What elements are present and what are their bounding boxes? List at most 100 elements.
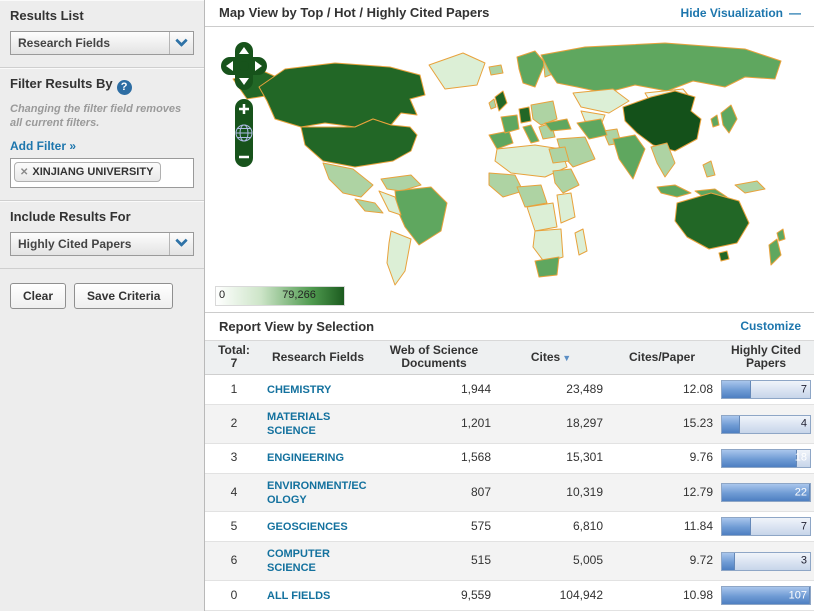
field-link[interactable]: ENVIRONMENT/ECOLOGY <box>267 480 367 506</box>
legend-gradient-bar: 0 79,266 <box>215 286 345 306</box>
docs-value: 9,559 <box>373 581 495 611</box>
add-filter-link[interactable]: Add Filter » <box>10 139 76 153</box>
cites-value: 5,005 <box>495 542 607 581</box>
region-west-africa[interactable] <box>489 173 523 197</box>
country-indonesia-west[interactable] <box>657 185 691 197</box>
filter-tags-input[interactable]: ✕ XINJIANG UNIVERSITY <box>10 158 194 188</box>
country-germany[interactable] <box>519 107 531 123</box>
results-list-section: Results List Research Fields <box>0 0 204 68</box>
report-view-title: Report View by Selection <box>219 319 374 334</box>
filter-tag[interactable]: ✕ XINJIANG UNIVERSITY <box>14 162 161 182</box>
column-highly-cited-papers[interactable]: Highly Cited Papers <box>717 341 814 375</box>
country-kazakhstan[interactable] <box>573 89 629 113</box>
country-france[interactable] <box>501 115 519 133</box>
highly-cited-bar: 18 <box>721 449 811 468</box>
table-row: 6 COMPUTER SCIENCE 515 5,005 9.72 3 <box>205 542 814 581</box>
table-row: 2 MATERIALS SCIENCE 1,201 18,297 15.23 4 <box>205 405 814 444</box>
cites-value: 6,810 <box>495 512 607 542</box>
include-results-selected-value: Highly Cited Papers <box>11 237 169 251</box>
country-philippines[interactable] <box>703 161 715 177</box>
country-new-zealand[interactable] <box>769 229 785 265</box>
docs-value: 1,944 <box>373 375 495 405</box>
cites-per-paper-value: 10.98 <box>607 581 717 611</box>
map-visualization: 0 79,266 <box>205 27 814 313</box>
results-list-select[interactable]: Research Fields <box>10 31 194 55</box>
field-link[interactable]: GEOSCIENCES <box>267 521 348 533</box>
country-russia[interactable] <box>541 43 781 93</box>
cites-per-paper-value: 11.84 <box>607 512 717 542</box>
country-greenland[interactable] <box>429 53 485 89</box>
country-tasmania[interactable] <box>719 251 729 261</box>
world-choropleth-map[interactable] <box>205 27 813 313</box>
highly-cited-count: 3 <box>801 555 807 568</box>
field-link[interactable]: ENGINEERING <box>267 452 344 464</box>
docs-value: 807 <box>373 473 495 512</box>
filter-tag-label: XINJIANG UNIVERSITY <box>32 166 153 178</box>
sort-desc-icon: ▼ <box>562 353 571 363</box>
docs-value: 575 <box>373 512 495 542</box>
country-egypt[interactable] <box>549 147 569 163</box>
table-header-row: Total: 7 Research Fields Web of Science … <box>205 341 814 375</box>
country-nigeria[interactable] <box>517 185 547 207</box>
field-link[interactable]: COMPUTER SCIENCE <box>267 548 330 574</box>
column-research-fields[interactable]: Research Fields <box>263 341 373 375</box>
country-uk[interactable] <box>495 91 507 111</box>
cites-per-paper-value: 15.23 <box>607 405 717 444</box>
country-scandinavia[interactable] <box>517 51 545 87</box>
cites-per-paper-value: 12.08 <box>607 375 717 405</box>
country-italy[interactable] <box>523 125 539 143</box>
country-australia[interactable] <box>675 193 749 249</box>
include-results-heading: Include Results For <box>10 209 194 224</box>
country-south-korea[interactable] <box>711 115 719 127</box>
legend-min-value: 0 <box>219 289 225 301</box>
row-rank: 5 <box>205 512 263 542</box>
country-argentina-chile[interactable] <box>387 231 411 285</box>
field-link[interactable]: ALL FIELDS <box>267 590 330 602</box>
customize-link[interactable]: Customize <box>740 319 801 333</box>
country-canada[interactable] <box>259 63 425 127</box>
include-results-select[interactable]: Highly Cited Papers <box>10 232 194 256</box>
country-mexico[interactable] <box>323 163 373 197</box>
clear-button[interactable]: Clear <box>10 283 66 309</box>
save-criteria-button[interactable]: Save Criteria <box>74 283 173 309</box>
map-view-title: Map View by Top / Hot / Highly Cited Pap… <box>219 5 489 20</box>
highly-cited-bar: 107 <box>721 586 811 605</box>
country-japan[interactable] <box>721 105 737 133</box>
highly-cited-count: 18 <box>795 452 807 465</box>
pan-center[interactable] <box>239 61 249 71</box>
column-cites-sorted[interactable]: Cites▼ <box>495 341 607 375</box>
chevron-down-icon[interactable] <box>169 233 193 255</box>
country-iceland[interactable] <box>489 65 503 75</box>
region-horn-of-africa[interactable] <box>553 169 579 193</box>
docs-value: 1,201 <box>373 405 495 444</box>
region-central-africa[interactable] <box>527 203 557 231</box>
total-count: 7 <box>209 357 259 371</box>
table-row: 3 ENGINEERING 1,568 15,301 9.76 18 <box>205 443 814 473</box>
remove-filter-icon[interactable]: ✕ <box>20 167 28 178</box>
highly-cited-bar: 7 <box>721 517 811 536</box>
country-iran[interactable] <box>577 119 607 139</box>
country-usa[interactable] <box>301 119 417 167</box>
results-list-heading: Results List <box>10 8 194 23</box>
field-link[interactable]: CHEMISTRY <box>267 384 331 396</box>
country-ireland[interactable] <box>489 99 496 109</box>
country-spain[interactable] <box>489 131 513 149</box>
cites-value: 23,489 <box>495 375 607 405</box>
docs-value: 1,568 <box>373 443 495 473</box>
hide-visualization-link[interactable]: Hide Visualization — <box>681 6 801 20</box>
country-new-guinea[interactable] <box>735 181 765 193</box>
cites-value: 15,301 <box>495 443 607 473</box>
column-cites-per-paper[interactable]: Cites/Paper <box>607 341 717 375</box>
country-south-africa[interactable] <box>535 257 559 277</box>
column-wos-documents[interactable]: Web of Science Documents <box>373 341 495 375</box>
help-icon[interactable]: ? <box>117 80 132 95</box>
report-view-header: Report View by Selection Customize <box>205 313 814 341</box>
filter-results-heading: Filter Results By? <box>10 76 194 95</box>
chevron-down-icon[interactable] <box>169 32 193 54</box>
country-india[interactable] <box>613 135 645 179</box>
region-central-america[interactable] <box>355 199 383 213</box>
field-link[interactable]: MATERIALS SCIENCE <box>267 411 330 437</box>
region-east-africa[interactable] <box>557 193 575 223</box>
map-controls[interactable] <box>221 41 267 191</box>
country-madagascar[interactable] <box>575 229 587 255</box>
